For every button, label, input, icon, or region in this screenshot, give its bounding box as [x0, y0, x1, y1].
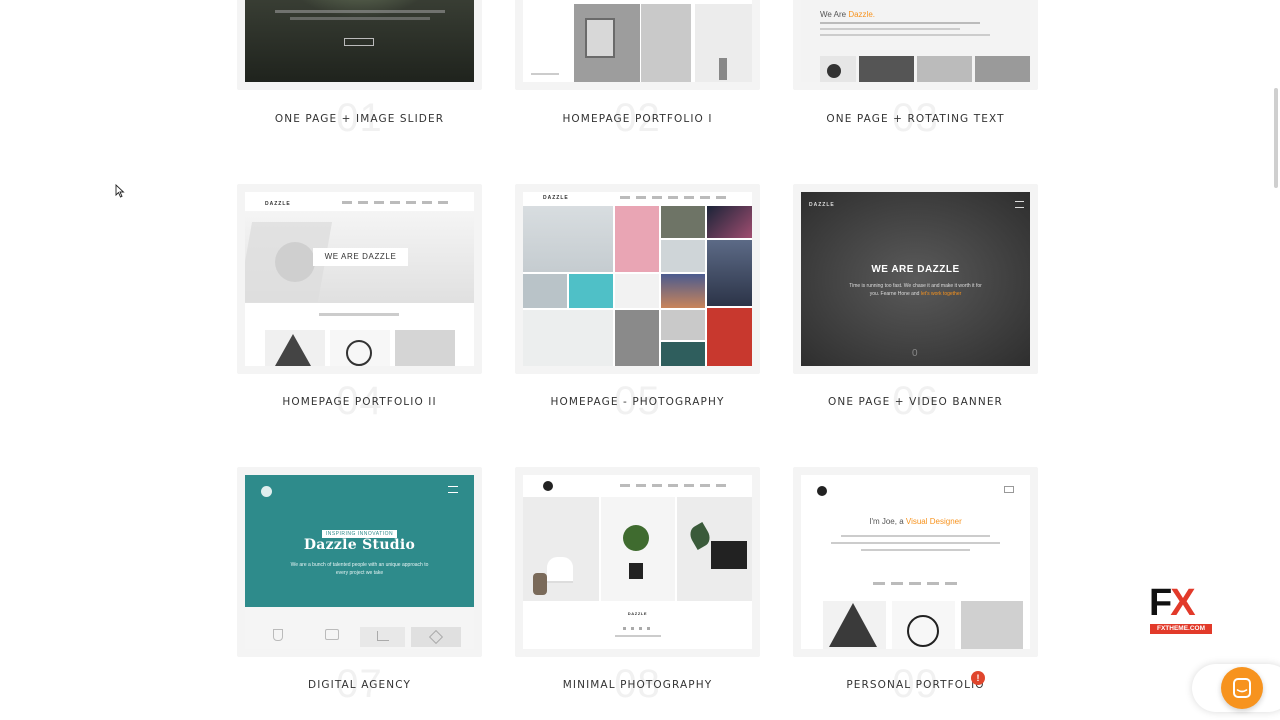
preview-08-brand: DAZZLE: [627, 611, 648, 616]
demo-card-09[interactable]: I'm Joe, a Visual Designer: [793, 467, 1038, 657]
preview-06-sub: Time is running too fast. We chase it an…: [849, 283, 982, 297]
demo-preview-02: [523, 0, 752, 82]
camera-icon: [325, 629, 339, 640]
preview-04-hero: WE ARE DAZZLE: [313, 248, 408, 266]
demo-card-07[interactable]: INSPIRING INNOVATION Dazzle Studio We ar…: [237, 467, 482, 657]
demo-card-03[interactable]: We Are Dazzle.: [793, 0, 1038, 90]
page-scrollbar[interactable]: [1274, 88, 1278, 188]
chat-launcher-button[interactable]: [1221, 667, 1263, 709]
demo-card-06[interactable]: DAZZLE WE ARE DAZZLE Time is running too…: [793, 184, 1038, 374]
preview-04-brand: DAZZLE: [265, 201, 291, 207]
preview-03-title: We Are: [820, 10, 847, 19]
demo-label-04[interactable]: HOMEPAGE PORTFOLIO II: [237, 396, 482, 408]
demo-preview-06: DAZZLE WE ARE DAZZLE Time is running too…: [801, 192, 1030, 366]
watermark-site: FXTHEME.COM: [1150, 624, 1212, 634]
demo-label-08[interactable]: MINIMAL PHOTOGRAPHY: [515, 679, 760, 691]
preview-07-sub: We are a bunch of talented people with a…: [290, 562, 429, 576]
preview-06-num: 0: [912, 348, 918, 359]
chart-icon: [377, 631, 389, 641]
preview-09-hero: I'm Joe, a: [869, 517, 904, 526]
demo-preview-05: DAZZLE: [523, 192, 752, 366]
demo-label-01[interactable]: ONE PAGE + IMAGE SLIDER: [237, 113, 482, 125]
notification-badge[interactable]: !: [971, 671, 985, 685]
demo-preview-01: [245, 0, 474, 82]
preview-09-logo: [817, 486, 827, 496]
demo-preview-09: I'm Joe, a Visual Designer: [801, 475, 1030, 649]
preview-08-logo: [543, 481, 553, 491]
chat-icon: [1233, 678, 1251, 698]
demo-preview-03: We Are Dazzle.: [801, 0, 1030, 82]
demo-label-02[interactable]: HOMEPAGE PORTFOLIO I: [515, 113, 760, 125]
flask-icon: [273, 629, 283, 641]
demo-label-05[interactable]: HOMEPAGE - PHOTOGRAPHY: [515, 396, 760, 408]
demo-preview-04: DAZZLE WE ARE DAZZLE: [245, 192, 474, 366]
watermark-x: X: [1170, 582, 1195, 624]
demo-card-01[interactable]: [237, 0, 482, 90]
preview-09-hero-accent: Visual Designer: [905, 517, 962, 526]
demo-gallery-page: 01 ONE PAGE + IMAGE SLIDER 02 HOMEPAGE P…: [0, 0, 1280, 720]
fxtheme-watermark-logo: FX FXTHEME.COM: [1149, 582, 1213, 636]
preview-06-hero: WE ARE DAZZLE: [871, 264, 960, 275]
mouse-cursor-icon: [115, 184, 125, 198]
preview-05-brand: DAZZLE: [543, 195, 569, 201]
demo-label-06[interactable]: ONE PAGE + VIDEO BANNER: [793, 396, 1038, 408]
preview-03-title-accent: Dazzle.: [848, 10, 876, 19]
demo-card-05[interactable]: DAZZLE: [515, 184, 760, 374]
demo-card-08[interactable]: DAZZLE: [515, 467, 760, 657]
demo-card-02[interactable]: [515, 0, 760, 90]
demo-label-09[interactable]: PERSONAL PORTFOLIO: [793, 679, 1038, 691]
demo-preview-08: DAZZLE: [523, 475, 752, 649]
demo-card-04[interactable]: DAZZLE WE ARE DAZZLE: [237, 184, 482, 374]
demo-preview-07: INSPIRING INNOVATION Dazzle Studio We ar…: [245, 475, 474, 649]
watermark-f: F: [1149, 582, 1172, 624]
preview-07-hero: Dazzle Studio: [303, 537, 416, 553]
demo-label-03[interactable]: ONE PAGE + ROTATING TEXT: [793, 113, 1038, 125]
demo-label-07[interactable]: DIGITAL AGENCY: [237, 679, 482, 691]
preview-06-brand: DAZZLE: [809, 202, 835, 208]
preview-06-link: let's work together: [920, 291, 962, 297]
